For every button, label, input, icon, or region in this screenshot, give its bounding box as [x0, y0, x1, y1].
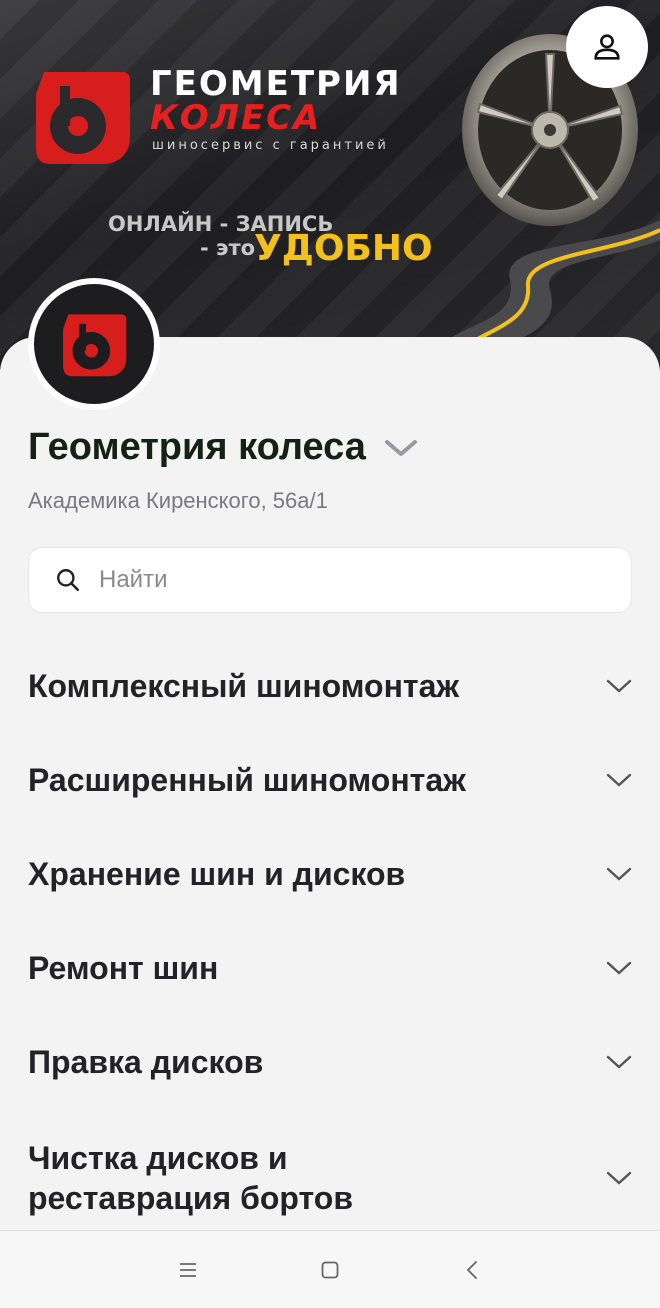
category-item[interactable]: Хранение шин и дисков	[28, 854, 632, 894]
category-item[interactable]: Чистка дисков и реставрация бортов	[28, 1138, 632, 1218]
system-nav-bar	[0, 1230, 660, 1308]
place-address: Академика Киренского, 56а/1	[28, 488, 328, 513]
page-title: Геометрия колеса	[28, 426, 366, 468]
search-field[interactable]	[28, 547, 632, 613]
chevron-down-icon	[606, 1171, 632, 1185]
category-item[interactable]: Комплексный шиномонтаж	[28, 666, 632, 706]
back-chevron-icon	[466, 1260, 477, 1279]
category-label: Хранение шин и дисков	[28, 856, 406, 892]
chevron-down-icon	[606, 867, 632, 881]
square-icon	[321, 1261, 339, 1278]
category-item[interactable]: Ремонт шин	[28, 948, 632, 988]
chevron-down-icon	[384, 439, 417, 456]
nav-back-button[interactable]	[457, 1255, 487, 1285]
chevron-down-icon	[606, 961, 632, 975]
menu-icon	[180, 1262, 196, 1277]
brand-logo-icon	[36, 72, 130, 164]
brand-subtitle: КОЛЕСА	[150, 98, 322, 138]
nav-home-button[interactable]	[315, 1255, 345, 1285]
profile-button[interactable]	[566, 6, 648, 88]
category-label: Комплексный шиномонтаж	[28, 668, 460, 704]
category-label: Чистка дисков и реставрация бортов	[28, 1140, 354, 1216]
chevron-down-icon	[606, 679, 632, 693]
search-icon	[57, 569, 80, 592]
category-label: Расширенный шиномонтаж	[28, 762, 466, 798]
category-label: Правка дисков	[28, 1044, 264, 1080]
brand-logo-icon	[63, 314, 127, 377]
brand-title: ГЕОМЕТРИЯ	[150, 64, 402, 104]
chevron-down-icon	[606, 1055, 632, 1069]
avatar	[28, 278, 160, 410]
category-item[interactable]: Расширенный шиномонтаж	[28, 760, 632, 800]
person-icon	[594, 34, 620, 60]
search-input[interactable]	[99, 566, 599, 594]
nav-menu-button[interactable]	[173, 1255, 203, 1285]
chevron-down-icon	[606, 773, 632, 787]
brand-tagline: шиносервис с гарантией	[152, 138, 389, 153]
promo-line-2: - это	[200, 236, 256, 260]
category-label: Ремонт шин	[28, 950, 219, 986]
category-item[interactable]: Правка дисков	[28, 1042, 632, 1082]
place-selector[interactable]: Геометрия колеса	[28, 426, 418, 469]
